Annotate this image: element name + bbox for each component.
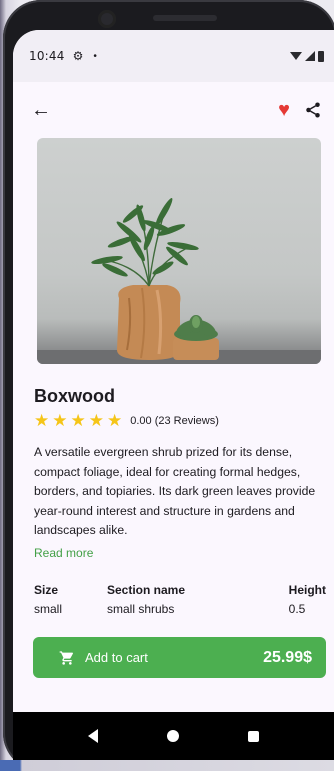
heart-icon[interactable]: ♥ <box>278 100 290 120</box>
star-icon: ★ <box>52 411 68 430</box>
product-title: Boxwood <box>34 386 115 406</box>
top-app-bar: ← ♥ <box>13 82 334 138</box>
add-to-cart-button[interactable]: Add to cart 25.99$ <box>33 637 326 678</box>
arrow-left-icon[interactable]: ← <box>31 99 51 122</box>
system-nav-bar <box>13 712 334 760</box>
back-triangle-icon[interactable] <box>87 729 98 743</box>
wifi-icon <box>290 52 302 60</box>
spec-value: small <box>34 602 63 616</box>
spec-label: Height <box>288 583 326 597</box>
status-time: 10:44 <box>29 49 65 63</box>
recents-square-icon[interactable] <box>248 730 260 742</box>
spec-value: small shrubs <box>107 602 175 616</box>
star-icon: ★ <box>88 411 104 430</box>
status-icons <box>290 50 324 62</box>
status-bar: 10:44 ⚙ • <box>13 30 334 82</box>
battery-icon <box>318 50 324 62</box>
product-image <box>37 138 321 364</box>
signal-icon <box>305 51 315 61</box>
home-circle-icon[interactable] <box>166 730 179 742</box>
rating-row: ★ ★ ★ ★ ★ 0.00 (23 Reviews) <box>34 412 219 429</box>
star-icon: ★ <box>107 411 123 430</box>
read-more-link[interactable]: Read more <box>34 546 93 560</box>
desktop-taskbar-edge <box>0 760 334 771</box>
gear-icon: ⚙ <box>72 49 84 63</box>
spec-height: Height 0.5 <box>289 583 326 616</box>
camera-icon <box>98 10 116 28</box>
dot-icon: • <box>93 50 97 62</box>
cart-icon <box>59 650 74 665</box>
price-label: 25.99$ <box>263 648 312 666</box>
star-icon: ★ <box>70 411 86 430</box>
add-to-cart-label: Add to cart <box>85 650 148 665</box>
speaker-grille <box>153 15 217 21</box>
plant-photo <box>37 198 321 364</box>
spec-label: Size <box>34 583 59 597</box>
toolbar-actions: ♥ <box>278 100 322 120</box>
product-description: A versatile evergreen shrub prized for i… <box>34 445 316 538</box>
star-icon: ★ <box>34 411 50 430</box>
spec-label: Section name <box>107 583 186 597</box>
rating-text: 0.00 (23 Reviews) <box>130 414 219 427</box>
app-screen: 10:44 ⚙ • ← ♥ Boxwood ★ ★ ★ ★ ★ 0.00 (23… <box>13 30 334 742</box>
spec-table: Size small Section name small shrubs Hei… <box>34 583 326 623</box>
spec-section-name: Section name small shrubs <box>107 583 185 616</box>
share-icon[interactable] <box>304 101 322 119</box>
spec-value: 0.5 <box>288 602 306 616</box>
spec-size: Size small <box>34 583 62 616</box>
